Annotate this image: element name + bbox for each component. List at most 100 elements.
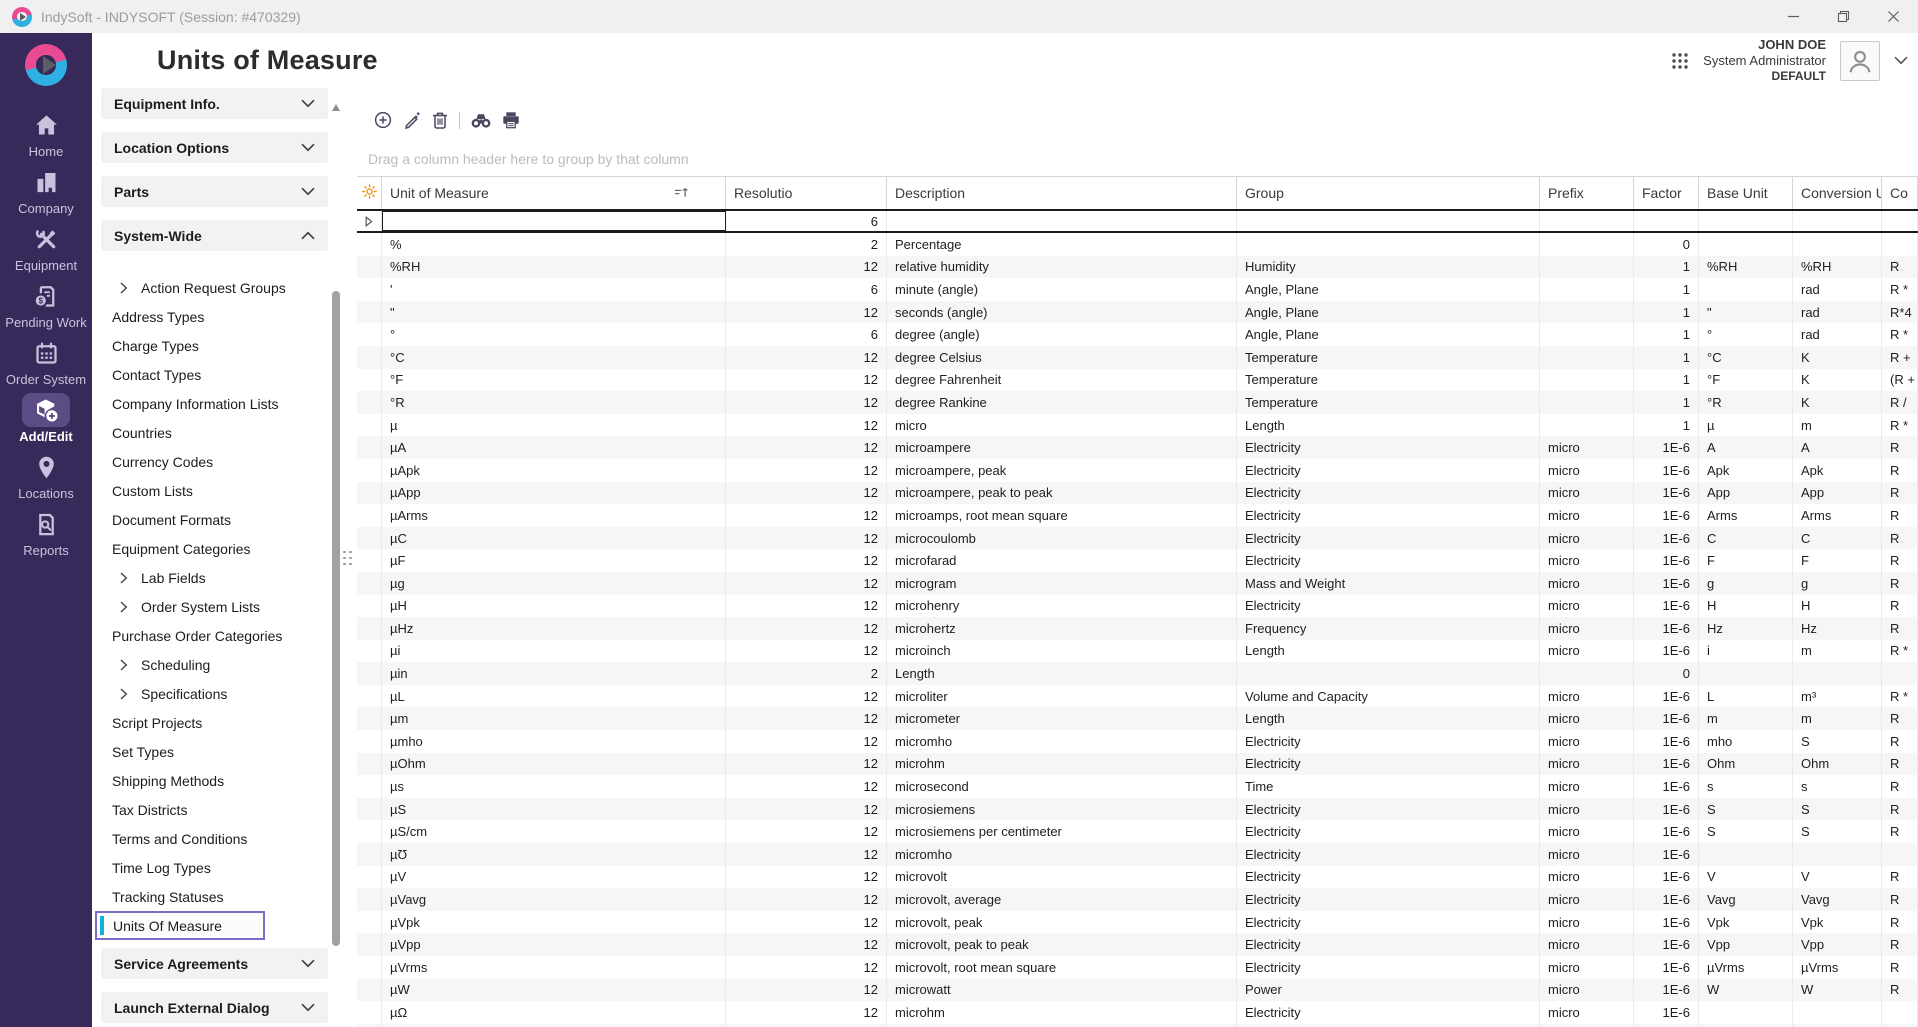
grid-cell[interactable]: Time xyxy=(1237,775,1540,798)
grid-cell[interactable]: µΩ xyxy=(382,1001,726,1024)
grid-cell[interactable]: micro xyxy=(1540,820,1634,843)
sidebar-item-contact-types[interactable]: Contact Types xyxy=(101,360,328,389)
section-service-agreements[interactable]: Service Agreements xyxy=(101,948,328,979)
grid-cell[interactable]: 1E-6 xyxy=(1634,482,1699,505)
grid-cell[interactable]: W xyxy=(1699,979,1793,1002)
grid-cell[interactable]: 2 xyxy=(726,662,887,685)
grid-cell[interactable]: 12 xyxy=(726,459,887,482)
grid-cell[interactable]: 1E-6 xyxy=(1634,504,1699,527)
grid-cell[interactable]: micro xyxy=(1540,979,1634,1002)
grid-cell[interactable]: 1 xyxy=(1634,256,1699,279)
grid-cell[interactable]: micro xyxy=(1540,436,1634,459)
section-launch-external-dialog[interactable]: Launch External Dialog xyxy=(101,992,328,1023)
grid-cell[interactable]: Vpk xyxy=(1793,911,1882,934)
grid-cell[interactable]: microampere, peak to peak xyxy=(887,482,1237,505)
sidebar-item-set-types[interactable]: Set Types xyxy=(101,737,328,766)
user-avatar[interactable] xyxy=(1840,41,1880,81)
grid-cell[interactable]: degree Fahrenheit xyxy=(887,369,1237,392)
grid-cell[interactable]: 0 xyxy=(1634,662,1699,685)
find-button[interactable] xyxy=(471,112,491,129)
sidebar-item-countries[interactable]: Countries xyxy=(101,418,328,447)
grid-cell[interactable] xyxy=(1540,346,1634,369)
new-row-cell[interactable] xyxy=(1237,211,1540,231)
new-row-cell[interactable] xyxy=(1634,211,1699,231)
grid-cell[interactable]: K xyxy=(1793,391,1882,414)
sidebar-item-tax-districts[interactable]: Tax Districts xyxy=(101,795,328,824)
grid-cell[interactable]: R xyxy=(1882,979,1918,1002)
table-row[interactable]: µApp12microampere, peak to peakElectrici… xyxy=(357,482,1918,505)
grid-cell[interactable]: Ohm xyxy=(1793,753,1882,776)
grid-cell[interactable]: ' xyxy=(382,278,726,301)
grid-cell[interactable]: A xyxy=(1699,436,1793,459)
grid-cell[interactable]: 12 xyxy=(726,527,887,550)
grid-cell[interactable]: Electricity xyxy=(1237,843,1540,866)
nav-item-locations[interactable]: Locations xyxy=(1,450,91,507)
grid-cell[interactable]: micro xyxy=(1540,504,1634,527)
grid-cell[interactable]: µOhm xyxy=(382,753,726,776)
grid-cell[interactable]: K xyxy=(1793,346,1882,369)
grid-cell[interactable]: R * xyxy=(1882,685,1918,708)
grid-cell[interactable]: W xyxy=(1793,979,1882,1002)
grid-cell[interactable]: 1E-6 xyxy=(1634,979,1699,1002)
grid-cell[interactable]: Electricity xyxy=(1237,1001,1540,1024)
grid-cell[interactable]: Vpp xyxy=(1699,933,1793,956)
grid-cell[interactable]: 1E-6 xyxy=(1634,820,1699,843)
grid-cell[interactable]: µin xyxy=(382,662,726,685)
grid-cell[interactable]: C xyxy=(1793,527,1882,550)
grid-cell[interactable]: R xyxy=(1882,775,1918,798)
grid-cell[interactable]: Apk xyxy=(1793,459,1882,482)
grid-cell[interactable]: R * xyxy=(1882,278,1918,301)
grid-cell[interactable]: seconds (angle) xyxy=(887,301,1237,324)
grid-cell[interactable]: microliter xyxy=(887,685,1237,708)
grid-cell[interactable]: micro xyxy=(1540,956,1634,979)
grid-cell[interactable]: micro xyxy=(1540,549,1634,572)
nav-item-pending-work[interactable]: $Pending Work xyxy=(1,279,91,336)
grid-cell[interactable]: µA xyxy=(382,436,726,459)
grid-cell[interactable]: µS/cm xyxy=(382,820,726,843)
grid-cell[interactable]: 1E-6 xyxy=(1634,911,1699,934)
grid-cell[interactable]: micro xyxy=(1540,753,1634,776)
grid-cell[interactable]: R xyxy=(1882,911,1918,934)
table-row[interactable]: µi12microinchLengthmicro1E-6imR * xyxy=(357,640,1918,663)
grid-cell[interactable]: 1 xyxy=(1634,278,1699,301)
grid-cell[interactable]: °R xyxy=(382,391,726,414)
grid-cell[interactable]: µW xyxy=(382,979,726,1002)
grid-cell[interactable]: R*4 xyxy=(1882,301,1918,324)
table-row[interactable]: µF12microfaradElectricitymicro1E-6FFR xyxy=(357,549,1918,572)
grid-cell[interactable]: Angle, Plane xyxy=(1237,278,1540,301)
table-row[interactable]: µH12microhenryElectricitymicro1E-6HHR xyxy=(357,595,1918,618)
grid-cell[interactable]: Angle, Plane xyxy=(1237,301,1540,324)
grid-cell[interactable]: 1 xyxy=(1634,301,1699,324)
sidebar-item-currency-codes[interactable]: Currency Codes xyxy=(101,447,328,476)
grid-cell[interactable]: micro xyxy=(1540,730,1634,753)
grid-cell[interactable]: Electricity xyxy=(1237,482,1540,505)
grid-cell[interactable]: µVpp xyxy=(382,933,726,956)
table-row[interactable]: µC12microcoulombElectricitymicro1E-6CCR xyxy=(357,527,1918,550)
nav-item-order-system[interactable]: Order System xyxy=(1,336,91,393)
grid-cell[interactable] xyxy=(1699,278,1793,301)
grid-cell[interactable]: R xyxy=(1882,933,1918,956)
grid-cell[interactable]: 12 xyxy=(726,436,887,459)
grid-cell[interactable]: micro xyxy=(1540,482,1634,505)
grid-cell[interactable]: microvolt, root mean square xyxy=(887,956,1237,979)
new-row-cell[interactable] xyxy=(1882,211,1918,231)
grid-cell[interactable]: 1E-6 xyxy=(1634,640,1699,663)
grid-cell[interactable]: 12 xyxy=(726,843,887,866)
grid-cell[interactable]: degree (angle) xyxy=(887,323,1237,346)
grid-cell[interactable]: µHz xyxy=(382,617,726,640)
table-row[interactable]: µHz12microhertzFrequencymicro1E-6HzHzR xyxy=(357,617,1918,640)
grid-cell[interactable]: R xyxy=(1882,956,1918,979)
grid-cell[interactable]: µC xyxy=(382,527,726,550)
table-row[interactable]: °F12degree FahrenheitTemperature1°FK(R + xyxy=(357,369,1918,392)
grid-cell[interactable]: 12 xyxy=(726,685,887,708)
delete-button[interactable] xyxy=(432,111,448,129)
grid-cell[interactable]: 12 xyxy=(726,911,887,934)
grid-cell[interactable]: µF xyxy=(382,549,726,572)
scrollbar-thumb[interactable] xyxy=(332,291,340,946)
grid-cell[interactable]: micro xyxy=(1540,707,1634,730)
table-row[interactable]: µƱ12micromhoElectricitymicro1E-6 xyxy=(357,843,1918,866)
grid-cell[interactable]: 1E-6 xyxy=(1634,572,1699,595)
grid-cell[interactable]: Electricity xyxy=(1237,459,1540,482)
grid-cell[interactable]: °C xyxy=(382,346,726,369)
sidebar-item-equipment-categories[interactable]: Equipment Categories xyxy=(101,534,328,563)
